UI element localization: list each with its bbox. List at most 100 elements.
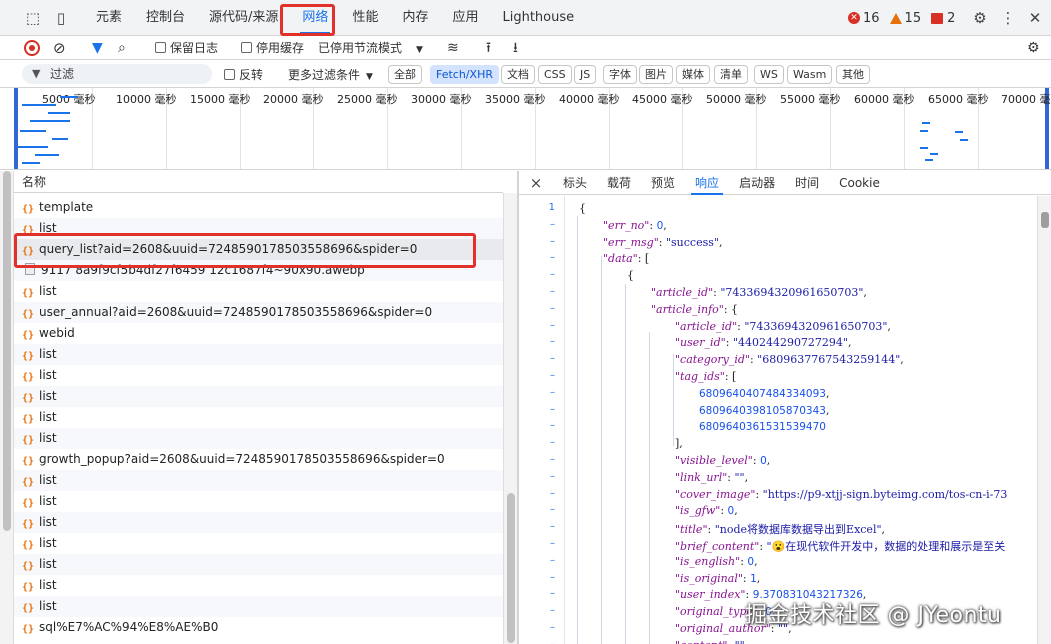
code-line: "title": "node将数据库数据导出到Excel", <box>675 521 885 537</box>
type-filter-2[interactable]: 文档 <box>501 65 535 84</box>
request-row[interactable]: {} list <box>14 365 503 386</box>
line-number: – <box>550 454 555 465</box>
code-token: , <box>745 639 749 644</box>
type-filter-8[interactable]: 清单 <box>714 65 748 84</box>
tab-1[interactable]: 控制台 <box>134 0 197 36</box>
type-filter-10[interactable]: Wasm <box>787 65 833 84</box>
error-count[interactable]: ✕ 16 <box>848 11 880 26</box>
type-filter-11[interactable]: 其他 <box>836 65 870 84</box>
network-settings-gear-icon[interactable]: ⚙ <box>1027 39 1040 57</box>
funnel-icon: ▼ <box>32 67 41 80</box>
detail-tab-1[interactable]: 载荷 <box>597 171 641 195</box>
request-row[interactable]: {} list <box>14 218 503 239</box>
line-number: – <box>550 420 555 432</box>
code-line: 6809640361531539470 <box>699 420 826 433</box>
line-number: – <box>550 622 555 633</box>
close-icon[interactable]: ✕ <box>1026 9 1044 27</box>
detail-tab-4[interactable]: 启动器 <box>729 171 785 195</box>
record-icon[interactable] <box>24 40 40 56</box>
type-filter-4[interactable]: JS <box>574 65 597 84</box>
warning-icon <box>889 12 902 24</box>
response-viewer[interactable]: 1 {– "err_no": 0, – "err_msg": "success", – "d… <box>519 196 1037 644</box>
xhr-icon: {} <box>22 582 35 593</box>
request-row[interactable]: {} list <box>14 407 503 428</box>
code-line: "is_original": 1, <box>675 572 760 585</box>
code-token: , <box>766 454 771 467</box>
code-token: "user_index" <box>675 588 746 602</box>
tab-4[interactable]: 性能 <box>340 0 390 36</box>
tab-6[interactable]: 应用 <box>440 0 490 36</box>
request-row[interactable]: {} list <box>14 533 503 554</box>
request-row[interactable]: {} query_list?aid=2608&uuid=7248590178503… <box>14 239 503 260</box>
code-line: "link_url": "", <box>675 471 748 484</box>
type-filter-5[interactable]: 字体 <box>603 65 637 84</box>
network-overview-timeline[interactable]: 5000 毫秒 10000 毫秒 15000 毫秒 20000 毫秒 25000 毫秒 3… <box>0 88 1051 170</box>
response-scrollbar[interactable] <box>1037 196 1051 644</box>
request-row[interactable]: {} user_annual?aid=2608&uuid=724859017850… <box>14 302 503 323</box>
request-row[interactable]: 9117 8a9f9cf5b4df27f6459 12c1687f4~90x90… <box>14 260 503 281</box>
request-row[interactable]: {} list <box>14 281 503 302</box>
request-row[interactable]: {} list <box>14 554 503 575</box>
network-conditions-icon[interactable]: ≋ <box>447 39 459 57</box>
request-row[interactable]: {} sql%E7%AC%94%E8%AE%B0 <box>14 617 503 638</box>
gear-icon[interactable]: ⚙ <box>971 9 989 27</box>
preserve-log-checkbox[interactable]: 保留日志 <box>155 39 218 57</box>
filter-input[interactable]: ▼ 过滤 <box>22 64 212 84</box>
type-filter-9[interactable]: WS <box>754 65 784 84</box>
detail-tab-3[interactable]: 响应 <box>685 171 729 195</box>
request-row[interactable]: {} list <box>14 596 503 617</box>
console-counts[interactable]: ✕ 16 15 2 <box>848 0 965 36</box>
request-list-scrollbar[interactable] <box>503 193 517 644</box>
type-filter-3[interactable]: CSS <box>538 65 572 84</box>
more-options-icon[interactable]: ⋮ <box>999 9 1017 27</box>
request-row[interactable]: {} list <box>14 575 503 596</box>
code-token: "7433694320961650703" <box>744 319 888 333</box>
xhr-icon: {} <box>22 540 35 551</box>
name-column-header[interactable]: 名称 <box>14 171 503 193</box>
request-row[interactable]: {} list <box>14 470 503 491</box>
detail-tab-0[interactable]: 标头 <box>553 171 597 195</box>
request-row[interactable]: {} list <box>14 386 503 407</box>
request-row[interactable]: {} list <box>14 344 503 365</box>
issue-count[interactable]: 2 <box>931 11 955 26</box>
tab-0[interactable]: 元素 <box>84 0 134 36</box>
disable-cache-checkbox[interactable]: 停用缓存 <box>241 39 304 57</box>
close-detail-icon[interactable]: × <box>519 174 553 192</box>
detail-tab-6[interactable]: Cookie <box>829 171 890 195</box>
line-number: – <box>519 639 555 644</box>
tab-3[interactable]: 网络 <box>290 0 340 36</box>
left-gutter-scrollbar[interactable] <box>0 171 14 644</box>
import-har-icon[interactable]: ⭱ <box>486 39 491 57</box>
request-row[interactable]: {} webid <box>14 323 503 344</box>
request-row[interactable]: {} list <box>14 428 503 449</box>
tab-2[interactable]: 源代码/来源 <box>197 0 290 36</box>
type-filter-0[interactable]: 全部 <box>388 65 422 84</box>
throttling-select[interactable]: 已停用节流模式 ▼ <box>318 39 423 57</box>
type-filter-1[interactable]: Fetch/XHR <box>430 65 499 84</box>
request-row[interactable]: {} template <box>14 197 503 218</box>
inspect-element-icon[interactable]: ⬚ <box>24 9 42 27</box>
search-icon[interactable]: ⌕ <box>118 39 126 57</box>
clear-icon[interactable]: ⊘ <box>53 39 66 57</box>
request-row[interactable]: {} growth_popup?aid=2608&uuid=72485901785… <box>14 449 503 470</box>
export-har-icon[interactable]: ⭳ <box>513 39 518 57</box>
type-filter-7[interactable]: 媒体 <box>676 65 710 84</box>
detail-tab-2[interactable]: 预览 <box>641 171 685 195</box>
filter-icon[interactable]: ▼ <box>92 39 103 57</box>
tab-7[interactable]: Lighthouse <box>490 0 586 36</box>
warning-count[interactable]: 15 <box>889 11 921 26</box>
network-toolbar: ⊘ ▼ ⌕ 保留日志 停用缓存 已停用节流模式 ▼ ≋ ⭱ ⭳ ⚙ <box>0 36 1051 60</box>
detail-tab-5[interactable]: 时间 <box>785 171 829 195</box>
request-row[interactable]: {} list <box>14 491 503 512</box>
type-filter-6[interactable]: 图片 <box>639 65 673 84</box>
more-filters-dropdown[interactable]: 更多过滤条件 ▼ <box>288 66 373 84</box>
code-line: "is_gfw": 0, <box>675 504 738 517</box>
overview-left-handle[interactable] <box>14 88 18 169</box>
code-token: , <box>734 504 738 518</box>
request-row[interactable]: {} list <box>14 512 503 533</box>
tab-5[interactable]: 内存 <box>390 0 440 36</box>
line-number: – <box>550 437 555 449</box>
invert-checkbox[interactable]: 反转 <box>224 66 263 84</box>
device-toolbar-icon[interactable]: ▯ <box>52 9 70 27</box>
timeline-request-mark <box>920 147 928 149</box>
